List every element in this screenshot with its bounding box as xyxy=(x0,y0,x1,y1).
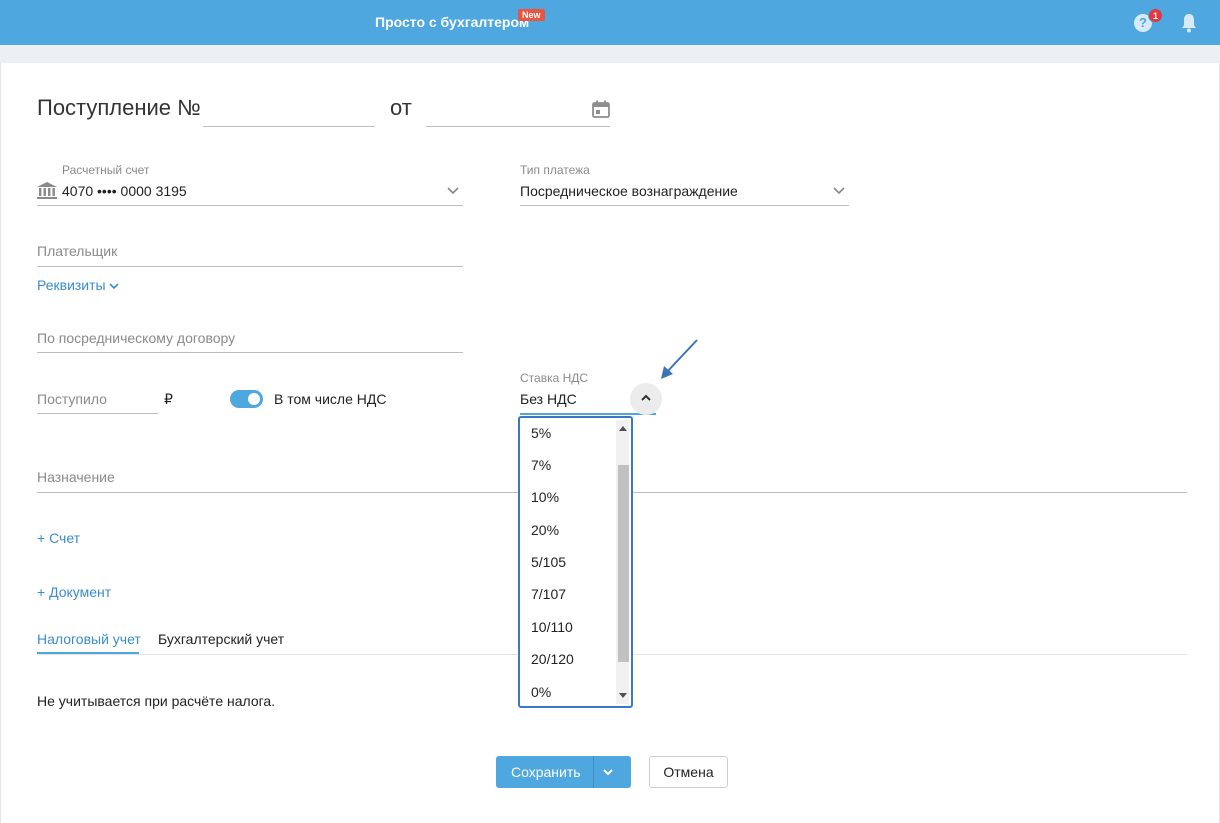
chevron-down-icon[interactable] xyxy=(833,187,845,195)
vat-rate-underline xyxy=(520,413,656,415)
vat-option[interactable]: 5% xyxy=(531,425,551,441)
date-prefix-label: от xyxy=(390,95,412,120)
received-underline xyxy=(37,413,158,414)
dropdown-scrollbar[interactable] xyxy=(616,420,629,704)
requisites-label: Реквизиты xyxy=(37,277,106,293)
vat-option[interactable]: 10% xyxy=(531,489,559,505)
currency-sign: ₽ xyxy=(164,391,173,407)
help-notification-badge: 1 xyxy=(1148,8,1163,23)
vat-included-toggle[interactable] xyxy=(230,390,263,408)
account-label: Расчетный счет xyxy=(62,163,150,177)
scrollbar-thumb[interactable] xyxy=(618,465,629,662)
vat-option[interactable]: 5/105 xyxy=(531,554,566,570)
tab-tax-accounting[interactable]: Налоговый учет xyxy=(37,631,141,647)
save-button-separator xyxy=(593,756,594,788)
vat-rate-dropdown[interactable]: 5% 7% 10% 20% 5/105 7/107 10/110 20/120 … xyxy=(518,416,633,708)
payer-input[interactable]: Плательщик xyxy=(37,243,117,259)
chevron-down-icon[interactable] xyxy=(447,187,459,195)
vat-rate-label: Ставка НДС xyxy=(520,371,589,385)
app-title[interactable]: Просто с бухгалтером xyxy=(375,14,529,30)
calendar-icon[interactable] xyxy=(592,100,610,118)
document-number-field[interactable] xyxy=(203,126,375,127)
vat-included-label: В том числе НДС xyxy=(274,391,387,407)
vat-option[interactable]: 20% xyxy=(531,522,559,538)
chevron-down-icon[interactable] xyxy=(602,768,614,776)
new-badge: New xyxy=(518,9,545,21)
vat-rate-select[interactable]: Без НДС xyxy=(520,391,577,407)
requisites-link[interactable]: Реквизиты xyxy=(37,277,119,293)
bell-icon[interactable] xyxy=(1180,13,1198,33)
vat-option[interactable]: 7/107 xyxy=(531,586,566,602)
chevron-up-icon xyxy=(641,394,651,401)
vat-option[interactable]: 7% xyxy=(531,457,551,473)
received-amount-input[interactable]: Поступило xyxy=(37,391,107,407)
top-bar: Просто с бухгалтером New ? 1 xyxy=(0,0,1220,45)
account-select[interactable]: 4070 •••• 0000 3195 xyxy=(62,183,187,199)
add-document-link[interactable]: + Документ xyxy=(37,584,111,600)
payment-type-select[interactable]: Посредническое вознаграждение xyxy=(520,183,738,199)
tab-bookkeeping[interactable]: Бухгалтерский учет xyxy=(158,631,284,647)
save-label: Сохранить xyxy=(511,764,581,780)
purpose-input[interactable]: Назначение xyxy=(37,469,115,485)
tax-note: Не учитывается при расчёте налога. xyxy=(37,693,276,709)
payment-type-label: Тип платежа xyxy=(520,163,590,177)
account-underline xyxy=(37,205,463,206)
payer-underline xyxy=(37,266,463,267)
add-invoice-link[interactable]: + Счет xyxy=(37,530,80,546)
vat-rate-toggle-button[interactable] xyxy=(630,383,662,415)
bank-icon xyxy=(37,182,57,199)
scroll-up-arrow-icon[interactable] xyxy=(619,426,627,431)
chevron-down-icon xyxy=(109,283,119,289)
vat-option[interactable]: 20/120 xyxy=(531,651,574,667)
vat-option[interactable]: 10/110 xyxy=(531,619,573,635)
payment-type-underline xyxy=(520,205,849,206)
header-spacer xyxy=(0,45,1220,63)
contract-input[interactable]: По посредническому договору xyxy=(37,330,235,346)
scroll-down-arrow-icon[interactable] xyxy=(619,693,627,698)
annotation-arrow-icon xyxy=(661,339,698,379)
vat-option[interactable]: 0% xyxy=(531,684,551,700)
page-title: Поступление № xyxy=(37,95,201,120)
contract-underline xyxy=(37,352,463,353)
toggle-knob xyxy=(248,393,260,405)
cancel-button[interactable]: Отмена xyxy=(649,756,728,788)
save-button[interactable]: Сохранить xyxy=(496,756,631,788)
document-date-field[interactable] xyxy=(426,126,610,127)
